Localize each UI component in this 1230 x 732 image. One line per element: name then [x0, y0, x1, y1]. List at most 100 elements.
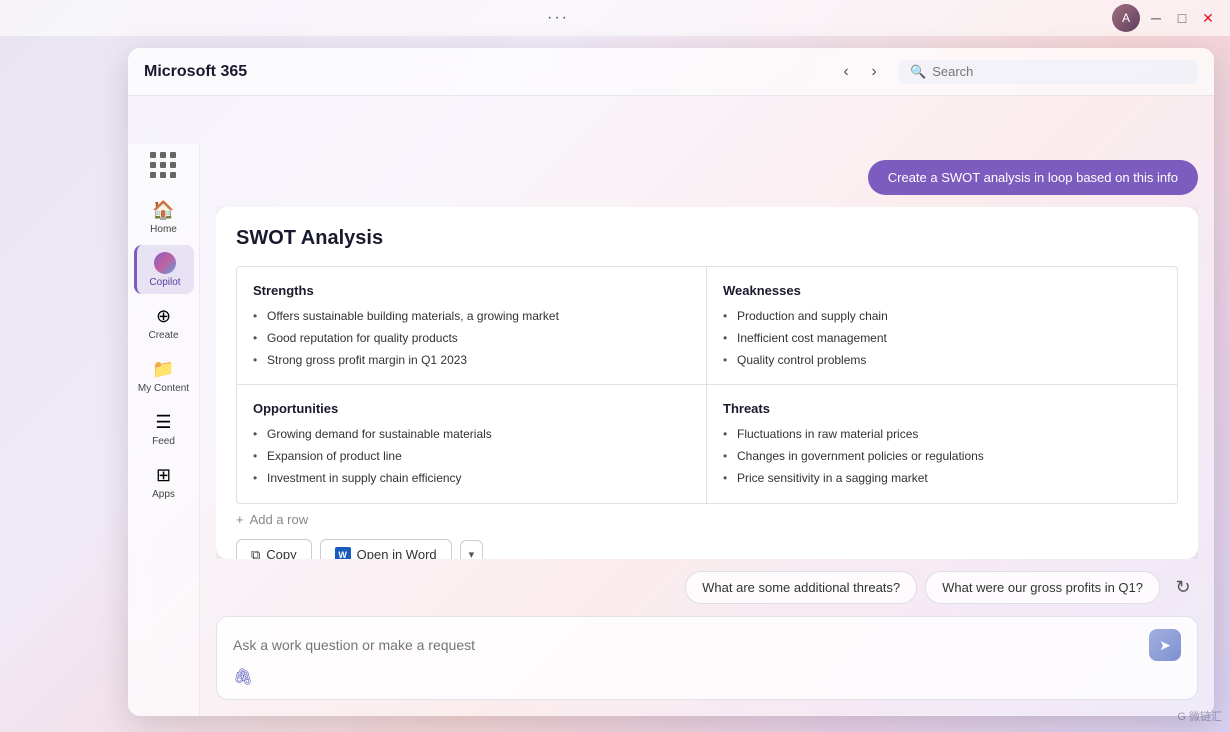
list-item: Strong gross profit margin in Q1 2023	[253, 352, 690, 369]
opportunities-list: Growing demand for sustainable materials…	[253, 426, 690, 486]
apps-icon: ⊞	[152, 463, 176, 487]
app-inner: 🏠 Home Copilot ⊕ Create 📁 My Content ☰ F…	[128, 96, 1214, 716]
sidebar-label-apps: Apps	[152, 489, 175, 500]
sidebar-label-home: Home	[150, 224, 177, 235]
close-button[interactable]: ✕	[1198, 8, 1218, 28]
watermark: G 微链汇	[1177, 708, 1222, 724]
sidebar-item-apps[interactable]: ⊞ Apps	[134, 457, 194, 506]
sidebar-label-feed: Feed	[152, 436, 175, 447]
create-swot-loop-button[interactable]: Create a SWOT analysis in loop based on …	[868, 160, 1198, 195]
add-row-label: Add a row	[250, 512, 309, 527]
search-bar: 🔍	[898, 60, 1198, 84]
grid-dot	[170, 162, 176, 168]
minimize-button[interactable]: ─	[1146, 8, 1166, 28]
list-item: Production and supply chain	[723, 308, 1161, 325]
refresh-suggestions-button[interactable]: ↻	[1168, 573, 1198, 603]
send-button[interactable]: ➤	[1149, 629, 1181, 661]
open-word-label: Open in Word	[357, 547, 437, 559]
weaknesses-list: Production and supply chain Inefficient …	[723, 308, 1161, 368]
list-item: Offers sustainable building materials, a…	[253, 308, 690, 325]
swot-strengths-cell: Strengths Offers sustainable building ma…	[237, 267, 707, 385]
copy-label: Copy	[266, 547, 296, 559]
titlebar-dots: ···	[547, 9, 569, 27]
grid-icon[interactable]	[150, 152, 178, 180]
titlebar-right: A ─ □ ✕	[1112, 4, 1218, 32]
copy-button[interactable]: ⧉ Copy	[236, 539, 312, 559]
home-icon: 🏠	[152, 198, 176, 222]
list-item: Inefficient cost management	[723, 330, 1161, 347]
swot-card-title: SWOT Analysis	[236, 227, 1178, 250]
input-area: ➤ 🖇	[216, 616, 1198, 700]
suggestions-row: What are some additional threats? What w…	[216, 571, 1198, 604]
grid-dot	[160, 152, 166, 158]
sidebar-label-copilot: Copilot	[149, 277, 180, 288]
sidebar-label-create: Create	[148, 330, 178, 341]
list-item: Investment in supply chain efficiency	[253, 470, 690, 487]
input-toolbar: 🖇	[233, 661, 1181, 687]
suggestion-chip-2[interactable]: What were our gross profits in Q1?	[925, 571, 1160, 604]
sidebar-item-feed[interactable]: ☰ Feed	[134, 404, 194, 453]
plus-icon: +	[236, 512, 244, 527]
strengths-list: Offers sustainable building materials, a…	[253, 308, 690, 368]
list-item: Quality control problems	[723, 352, 1161, 369]
sidebar-item-my-content[interactable]: 📁 My Content	[134, 351, 194, 400]
create-icon: ⊕	[152, 304, 176, 328]
nav-back-button[interactable]: ‹	[834, 60, 858, 84]
grid-dot	[160, 162, 166, 168]
copilot-icon	[153, 251, 177, 275]
opportunities-heading: Opportunities	[253, 401, 690, 416]
grid-dot	[150, 152, 156, 158]
list-item: Fluctuations in raw material prices	[723, 426, 1161, 443]
action-buttons: ⧉ Copy W Open in Word ▾	[236, 531, 1178, 559]
weaknesses-heading: Weaknesses	[723, 283, 1161, 298]
outer-sidebar	[0, 48, 128, 732]
search-input[interactable]	[932, 64, 1186, 79]
app-window: Microsoft 365 ‹ › 🔍	[128, 48, 1214, 716]
list-item: Changes in government policies or regula…	[723, 448, 1161, 465]
sidebar-item-home[interactable]: 🏠 Home	[134, 192, 194, 241]
nav-forward-button[interactable]: ›	[862, 60, 886, 84]
sidebar-item-create[interactable]: ⊕ Create	[134, 298, 194, 347]
grid-dot	[150, 172, 156, 178]
attachment-button[interactable]: 🖇	[233, 667, 253, 687]
chat-area: SWOT Analysis Strengths Offers sustainab…	[216, 207, 1198, 559]
feed-icon: ☰	[152, 410, 176, 434]
list-item: Expansion of product line	[253, 448, 690, 465]
swot-card: SWOT Analysis Strengths Offers sustainab…	[216, 207, 1198, 559]
my-content-icon: 📁	[152, 357, 176, 381]
nav-arrows: ‹ ›	[834, 60, 886, 84]
sidebar: 🏠 Home Copilot ⊕ Create 📁 My Content ☰ F…	[128, 144, 200, 716]
word-icon: W	[335, 547, 351, 559]
swot-threats-cell: Threats Fluctuations in raw material pri…	[707, 385, 1177, 502]
send-icon: ➤	[1159, 637, 1171, 654]
sidebar-item-copilot[interactable]: Copilot	[134, 245, 194, 294]
sidebar-label-my-content: My Content	[138, 383, 189, 394]
threats-heading: Threats	[723, 401, 1161, 416]
titlebar: ··· A ─ □ ✕	[0, 0, 1230, 36]
swot-grid: Strengths Offers sustainable building ma…	[236, 266, 1178, 504]
search-icon: 🔍	[910, 64, 926, 80]
app-title: Microsoft 365	[144, 63, 247, 81]
open-word-dropdown[interactable]: ▾	[460, 540, 484, 559]
swot-opportunities-cell: Opportunities Growing demand for sustain…	[237, 385, 707, 502]
open-word-button[interactable]: W Open in Word	[320, 539, 452, 559]
input-row: ➤	[233, 629, 1181, 661]
grid-dot	[150, 162, 156, 168]
list-item: Good reputation for quality products	[253, 330, 690, 347]
user-avatar[interactable]: A	[1112, 4, 1140, 32]
suggestion-chip-1[interactable]: What are some additional threats?	[685, 571, 917, 604]
app-header: Microsoft 365 ‹ › 🔍	[128, 48, 1214, 96]
chat-input[interactable]	[233, 637, 1141, 653]
main-content: Create a SWOT analysis in loop based on …	[200, 144, 1214, 716]
add-row-button[interactable]: + Add a row	[236, 504, 1178, 531]
grid-dot	[170, 152, 176, 158]
grid-dot	[160, 172, 166, 178]
threats-list: Fluctuations in raw material prices Chan…	[723, 426, 1161, 486]
list-item: Price sensitivity in a sagging market	[723, 470, 1161, 487]
grid-dot	[170, 172, 176, 178]
copy-icon: ⧉	[251, 547, 260, 559]
strengths-heading: Strengths	[253, 283, 690, 298]
list-item: Growing demand for sustainable materials	[253, 426, 690, 443]
swot-weaknesses-cell: Weaknesses Production and supply chain I…	[707, 267, 1177, 385]
maximize-button[interactable]: □	[1172, 8, 1192, 28]
